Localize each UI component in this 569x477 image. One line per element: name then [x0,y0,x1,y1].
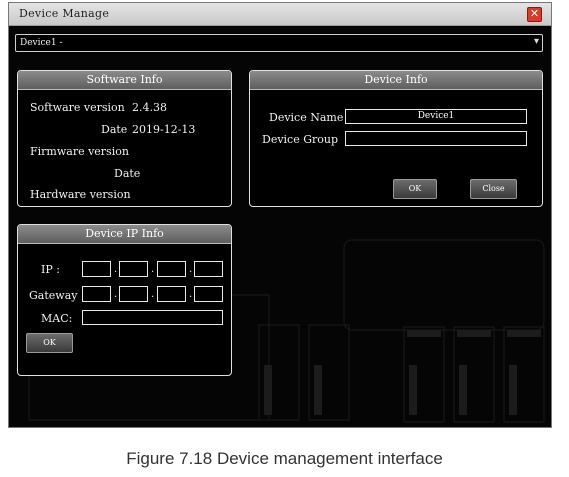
ip-octet-2[interactable] [119,261,148,277]
software-version-label: Software version [30,101,125,114]
device-group-field[interactable] [345,131,527,146]
gateway-separator: . [114,289,118,300]
ip-octet-4[interactable] [194,261,223,277]
software-info-panel: Software Info Software version 2.4.38 Da… [17,70,232,207]
device-info-ok-button[interactable]: OK [393,179,437,199]
gateway-octet-3[interactable] [157,286,186,302]
ip-separator: . [189,264,193,275]
device-select-value: Device1 - [20,38,63,48]
window-title: Device Manage [19,7,110,20]
device-select-dropdown[interactable]: Device1 - ▾ [15,34,543,52]
device-info-close-button[interactable]: Close [470,179,517,199]
figure-caption: Figure 7.18 Device management interface [126,449,443,468]
title-bar[interactable]: Device Manage ✕ [9,3,551,26]
device-manage-window: Device Manage ✕ Device1 - ▾ Software Inf… [8,2,552,428]
ip-separator: . [114,264,118,275]
gateway-label: Gateway [29,289,78,302]
mac-field[interactable] [82,310,223,325]
software-info-title: Software Info [18,71,231,90]
chevron-down-icon[interactable]: ▾ [534,36,539,47]
device-info-title: Device Info [250,71,542,90]
software-version-value: 2.4.38 [132,101,167,114]
device-info-panel: Device Info Device Name Device1 Device G… [249,70,543,207]
gateway-octet-4[interactable] [194,286,223,302]
mac-label: MAC: [41,312,73,325]
ip-label: IP : [41,263,60,276]
device-group-label: Device Group [262,133,339,146]
gateway-octet-2[interactable] [119,286,148,302]
gateway-octet-1[interactable] [82,286,111,302]
device-name-label: Device Name [269,111,344,124]
firmware-version-label: Firmware version [30,145,129,158]
close-icon[interactable]: ✕ [527,7,542,22]
ip-info-ok-button[interactable]: OK [26,333,73,353]
ip-octet-3[interactable] [157,261,186,277]
device-ip-info-panel: Device IP Info IP : . . . Gateway . . . … [17,224,232,376]
device-name-field[interactable]: Device1 [345,109,527,124]
software-date-label: Date [101,123,128,136]
software-date-value: 2019-12-13 [132,123,196,136]
firmware-date-label: Date [114,167,141,180]
device-ip-info-title: Device IP Info [18,225,231,244]
hardware-version-label: Hardware version [30,188,131,201]
gateway-separator: . [151,289,155,300]
ip-octet-1[interactable] [82,261,111,277]
gateway-separator: . [189,289,193,300]
ip-separator: . [151,264,155,275]
